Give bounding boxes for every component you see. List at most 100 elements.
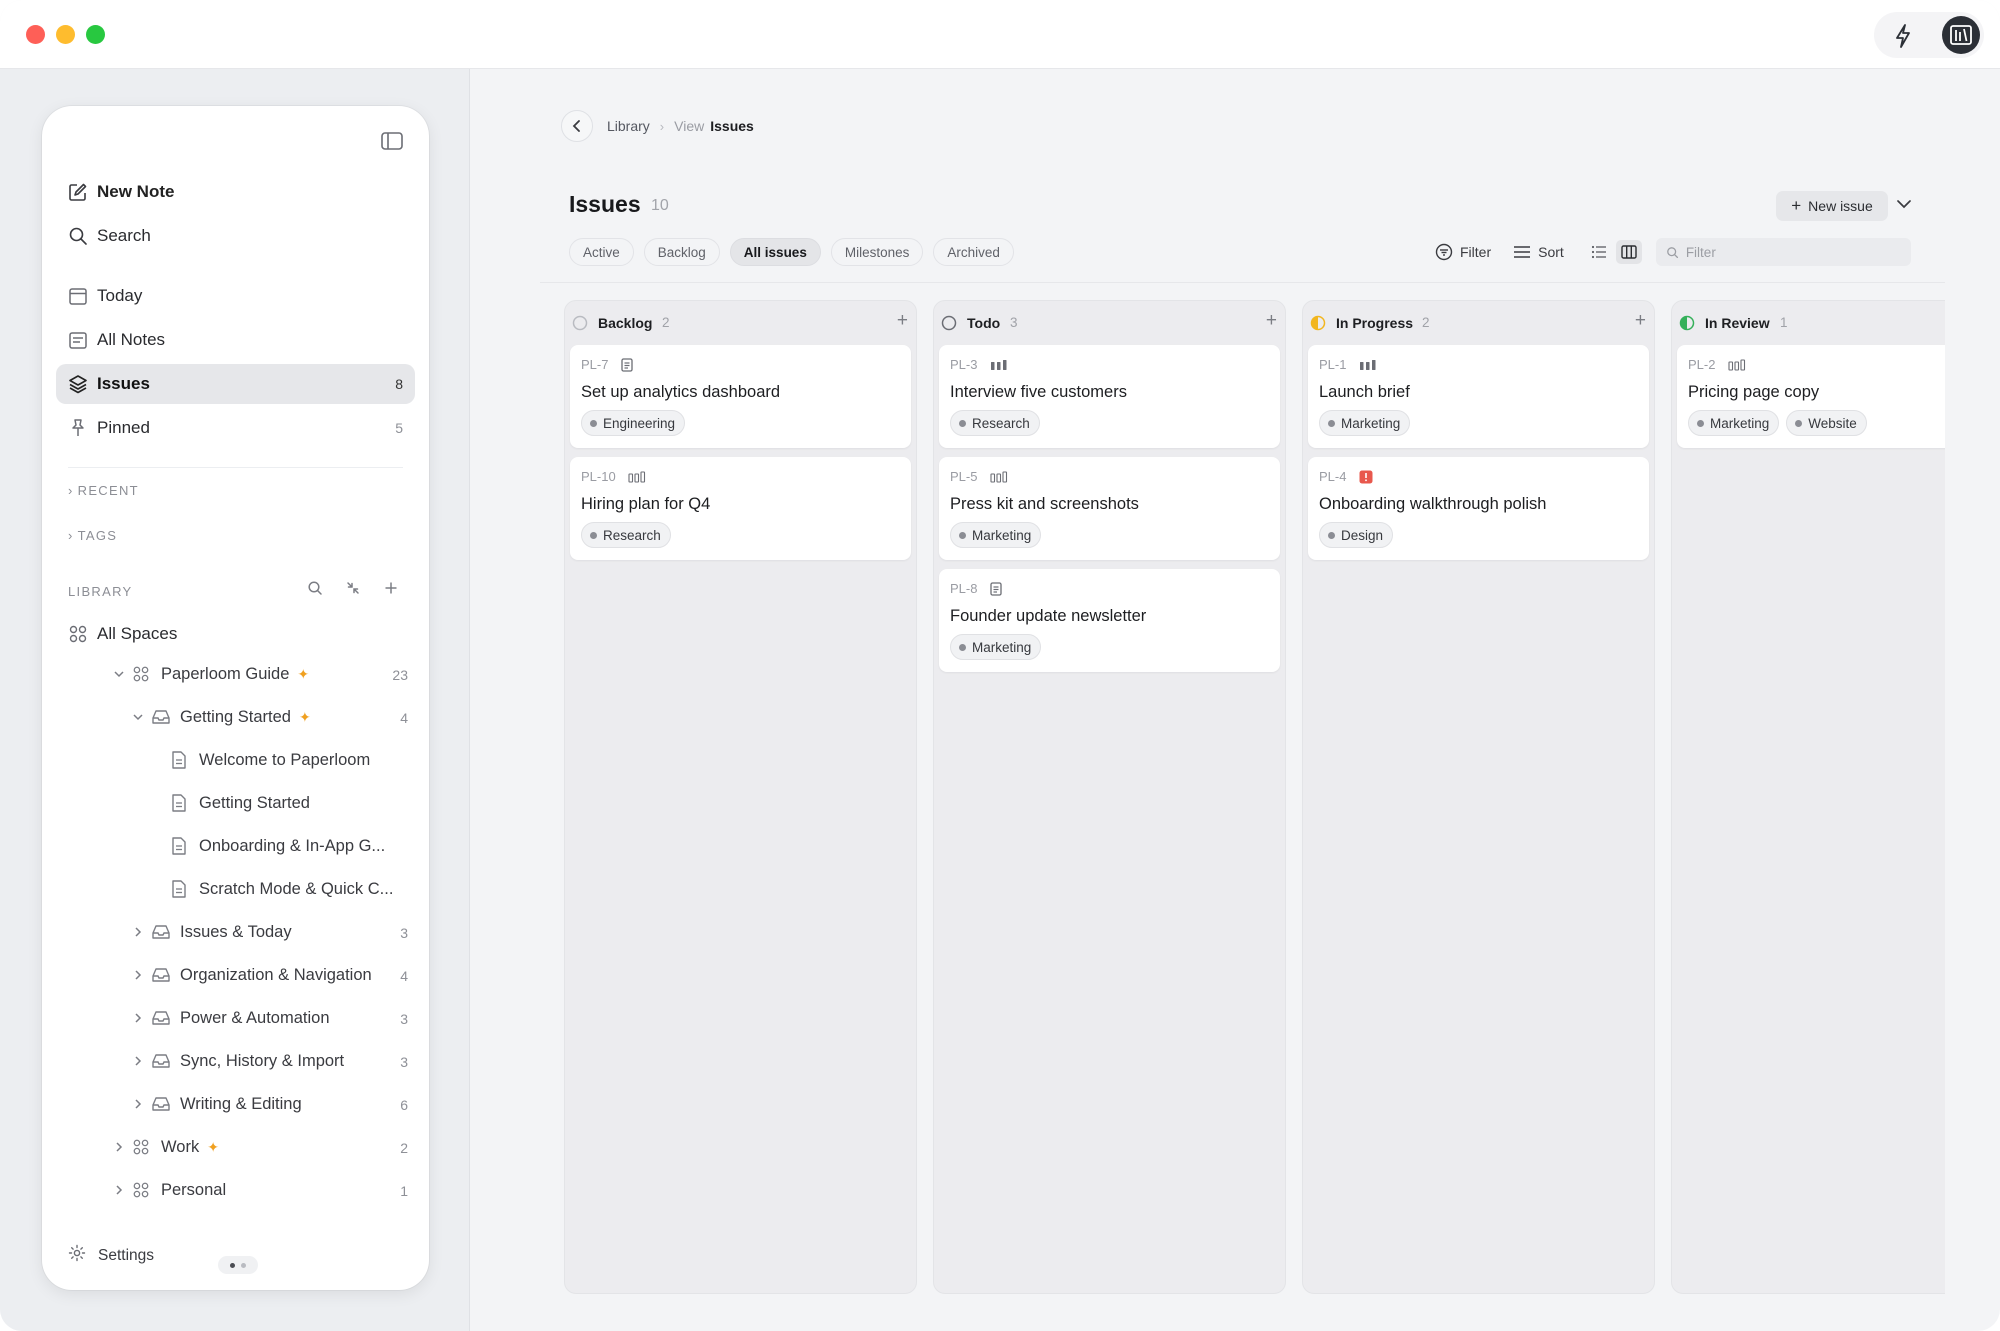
chevron-right-icon[interactable] bbox=[112, 1183, 126, 1202]
maximize-window-button[interactable] bbox=[86, 25, 105, 44]
tab-active[interactable]: Active bbox=[569, 238, 634, 266]
nav-all-notes[interactable]: All Notes bbox=[56, 320, 415, 360]
bolt-icon[interactable] bbox=[1894, 24, 1912, 53]
issue-tags: Marketing bbox=[1319, 410, 1411, 436]
tag[interactable]: Marketing bbox=[950, 634, 1042, 660]
tree-item-folder[interactable]: Issues & Today 3 bbox=[68, 915, 408, 949]
nav-search[interactable]: Search bbox=[56, 216, 415, 256]
tab-milestones[interactable]: Milestones bbox=[830, 238, 924, 266]
tag[interactable]: Engineering bbox=[581, 410, 686, 436]
chevron-right-icon[interactable] bbox=[131, 1054, 145, 1073]
chevron-right-icon[interactable] bbox=[112, 1140, 126, 1159]
tree-item-paperloom-guide[interactable]: Paperloom Guide ✦ 23 bbox=[68, 657, 408, 691]
tree-count: 2 bbox=[400, 1140, 408, 1156]
new-issue-button[interactable]: + New issue bbox=[1776, 191, 1888, 221]
breadcrumb-view[interactable]: View bbox=[674, 118, 704, 134]
tag[interactable]: Research bbox=[950, 410, 1040, 436]
tree-item-folder[interactable]: Power & Automation 3 bbox=[68, 1001, 408, 1035]
library-tools bbox=[307, 580, 399, 601]
issue-id: PL-2 bbox=[1688, 357, 1716, 372]
tag[interactable]: Marketing bbox=[950, 522, 1042, 548]
tree-item-personal[interactable]: Personal 1 bbox=[68, 1173, 408, 1207]
chevron-down-icon[interactable] bbox=[131, 710, 145, 729]
tag[interactable]: Marketing bbox=[1319, 410, 1411, 436]
chevron-right-icon[interactable] bbox=[131, 1097, 145, 1116]
library-app-icon[interactable] bbox=[1942, 16, 1980, 54]
add-card-button[interactable]: + bbox=[1635, 311, 1646, 330]
tree-item-folder[interactable]: Sync, History & Import 3 bbox=[68, 1044, 408, 1078]
issue-card[interactable]: PL-4 Onboarding walkthrough polish Desig… bbox=[1308, 457, 1649, 560]
nav-today[interactable]: Today bbox=[56, 276, 415, 316]
tree-item-getting-started-folder[interactable]: Getting Started ✦ 4 bbox=[68, 700, 408, 734]
filter-input[interactable]: Filter bbox=[1655, 238, 1911, 266]
close-window-button[interactable] bbox=[26, 25, 45, 44]
back-button[interactable] bbox=[561, 110, 593, 142]
search-icon[interactable] bbox=[307, 580, 323, 601]
tag[interactable]: Design bbox=[1319, 522, 1394, 548]
tag[interactable]: Website bbox=[1786, 410, 1867, 436]
issue-card[interactable]: PL-1 Launch brief Marketing bbox=[1308, 345, 1649, 448]
pin-icon bbox=[68, 418, 88, 438]
settings-button[interactable]: Settings bbox=[68, 1244, 154, 1267]
nav-new-note[interactable]: New Note bbox=[56, 172, 415, 212]
tree-item-doc[interactable]: Scratch Mode & Quick C... bbox=[68, 872, 408, 906]
nav-pinned[interactable]: Pinned 5 bbox=[56, 408, 415, 448]
tree-item-doc[interactable]: Getting Started bbox=[68, 786, 408, 820]
all-spaces[interactable]: All Spaces bbox=[56, 614, 415, 654]
section-recent[interactable]: › RECENT bbox=[68, 483, 139, 498]
issue-card[interactable]: PL-7 Set up analytics dashboard Engineer… bbox=[570, 345, 911, 448]
chevron-right-icon: › bbox=[68, 528, 74, 543]
tree-label: Welcome to Paperloom bbox=[199, 751, 371, 769]
chevron-right-icon[interactable] bbox=[131, 1011, 145, 1030]
list-view-icon[interactable] bbox=[1586, 240, 1612, 264]
tag-label: Marketing bbox=[1710, 415, 1770, 431]
nav-issues[interactable]: Issues 8 bbox=[56, 364, 415, 404]
tab-backlog[interactable]: Backlog bbox=[643, 238, 720, 266]
issue-card[interactable]: PL-2 Pricing page copy Marketing Website bbox=[1677, 345, 1945, 448]
minimize-window-button[interactable] bbox=[56, 25, 75, 44]
chevron-right-icon[interactable] bbox=[131, 968, 145, 987]
tab-all-issues[interactable]: All issues bbox=[729, 238, 821, 266]
column-title: In Progress bbox=[1336, 315, 1414, 331]
column-count: 1 bbox=[1780, 315, 1788, 330]
priority-low-icon bbox=[990, 470, 1008, 488]
page-dot-active[interactable] bbox=[230, 1263, 235, 1268]
issue-card[interactable]: PL-8 Founder update newsletter Marketing bbox=[939, 569, 1280, 672]
tag[interactable]: Marketing bbox=[1688, 410, 1780, 436]
tree-item-folder[interactable]: Organization & Navigation 4 bbox=[68, 958, 408, 992]
pin-icon: ✦ bbox=[298, 709, 311, 725]
add-card-button[interactable]: + bbox=[1266, 311, 1277, 330]
collapse-icon[interactable] bbox=[345, 580, 361, 601]
status-in-progress-icon bbox=[1310, 315, 1326, 336]
section-tags[interactable]: › TAGS bbox=[68, 528, 117, 543]
add-card-button[interactable]: + bbox=[897, 311, 908, 330]
tree-item-work[interactable]: Work ✦ 2 bbox=[68, 1130, 408, 1164]
filter-button[interactable]: Filter bbox=[1435, 243, 1491, 261]
breadcrumb-library[interactable]: Library bbox=[607, 118, 650, 134]
tree-item-folder[interactable]: Writing & Editing 6 bbox=[68, 1087, 408, 1121]
issue-tags: Engineering bbox=[581, 410, 686, 436]
tree-label: Writing & Editing bbox=[180, 1095, 302, 1113]
chevron-right-icon[interactable] bbox=[131, 925, 145, 944]
section-library: LIBRARY bbox=[68, 584, 133, 599]
tree-label: Getting Started ✦ bbox=[180, 708, 311, 727]
tab-archived[interactable]: Archived bbox=[933, 238, 1014, 266]
tree-item-doc[interactable]: Welcome to Paperloom bbox=[68, 743, 408, 777]
sidebar-toggle-icon[interactable] bbox=[381, 132, 403, 155]
tag[interactable]: Research bbox=[581, 522, 671, 548]
issue-id: PL-8 bbox=[950, 581, 978, 596]
issue-card[interactable]: PL-10 Hiring plan for Q4 Research bbox=[570, 457, 911, 560]
tree-count: 3 bbox=[400, 1054, 408, 1070]
issue-card[interactable]: PL-5 Press kit and screenshots Marketing bbox=[939, 457, 1280, 560]
chevron-down-icon[interactable] bbox=[112, 667, 126, 686]
tree-item-doc[interactable]: Onboarding & In-App G... bbox=[68, 829, 408, 863]
board-view-icon[interactable] bbox=[1615, 240, 1642, 264]
chevron-down-icon[interactable] bbox=[1895, 196, 1913, 217]
page-dot[interactable] bbox=[241, 1263, 246, 1268]
plus-icon[interactable] bbox=[383, 580, 399, 601]
pin-icon: ✦ bbox=[207, 1139, 219, 1155]
issue-card[interactable]: PL-3 Interview five customers Research bbox=[939, 345, 1280, 448]
sort-button[interactable]: Sort bbox=[1513, 244, 1564, 260]
column-in-progress: In Progress 2 + PL-1 Launch brief Market… bbox=[1302, 300, 1655, 1294]
page-indicator[interactable] bbox=[218, 1256, 258, 1274]
